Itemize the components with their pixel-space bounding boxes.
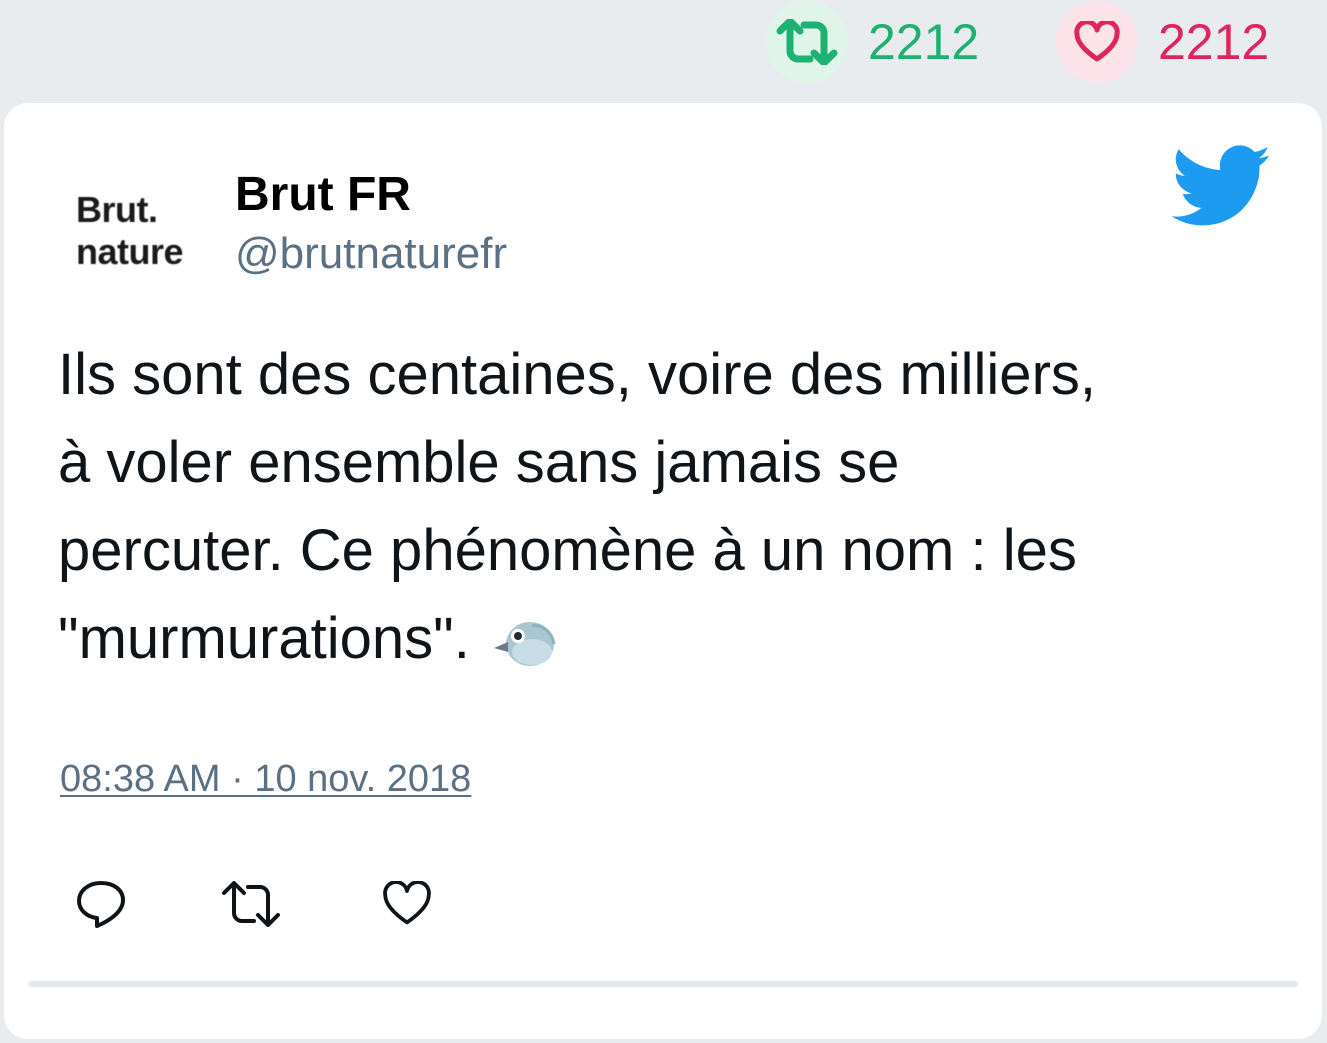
twitter-bird-icon[interactable] — [1171, 145, 1272, 227]
tweet-timestamp[interactable]: 08:38 AM · 10 nov. 2018 — [60, 758, 471, 801]
avatar-logo-line1: Brut. — [76, 189, 158, 230]
tweet-card: Brut. nature Brut FR @brutnaturefr Ils s… — [4, 103, 1322, 1039]
tweet-text: Ils sont des centaines, voire des millie… — [58, 331, 1288, 683]
reply-button[interactable] — [70, 873, 132, 935]
avatar[interactable]: Brut. nature — [64, 161, 224, 301]
like-button[interactable] — [376, 873, 438, 935]
tweet-text-line: à voler ensemble sans jamais se — [58, 430, 900, 495]
author-name[interactable]: Brut FR — [235, 167, 411, 222]
tweet-text-line: Ils sont des centaines, voire des millie… — [58, 342, 1096, 407]
retweet-icon[interactable] — [766, 1, 848, 83]
like-count: 2212 — [1158, 14, 1270, 70]
engagement-summary: 2212 2212 — [0, 0, 1327, 100]
retweet-count: 2212 — [868, 14, 980, 70]
bird-emoji-icon — [492, 609, 558, 669]
retweet-stat[interactable]: 2212 — [766, 0, 979, 84]
heart-icon[interactable] — [1056, 1, 1138, 83]
retweet-button[interactable] — [220, 873, 282, 935]
reply-icon — [77, 881, 125, 928]
tweet-text-line: percuter. Ce phénomène à un nom : les — [58, 518, 1077, 583]
avatar-logo-line2: nature — [76, 231, 184, 272]
retweet-icon — [222, 881, 280, 927]
author-handle[interactable]: @brutnaturefr — [235, 229, 507, 279]
tweet-text-line: "murmurations". — [58, 606, 470, 671]
divider — [28, 981, 1298, 987]
heart-icon — [383, 881, 431, 925]
like-stat[interactable]: 2212 — [1056, 0, 1269, 84]
